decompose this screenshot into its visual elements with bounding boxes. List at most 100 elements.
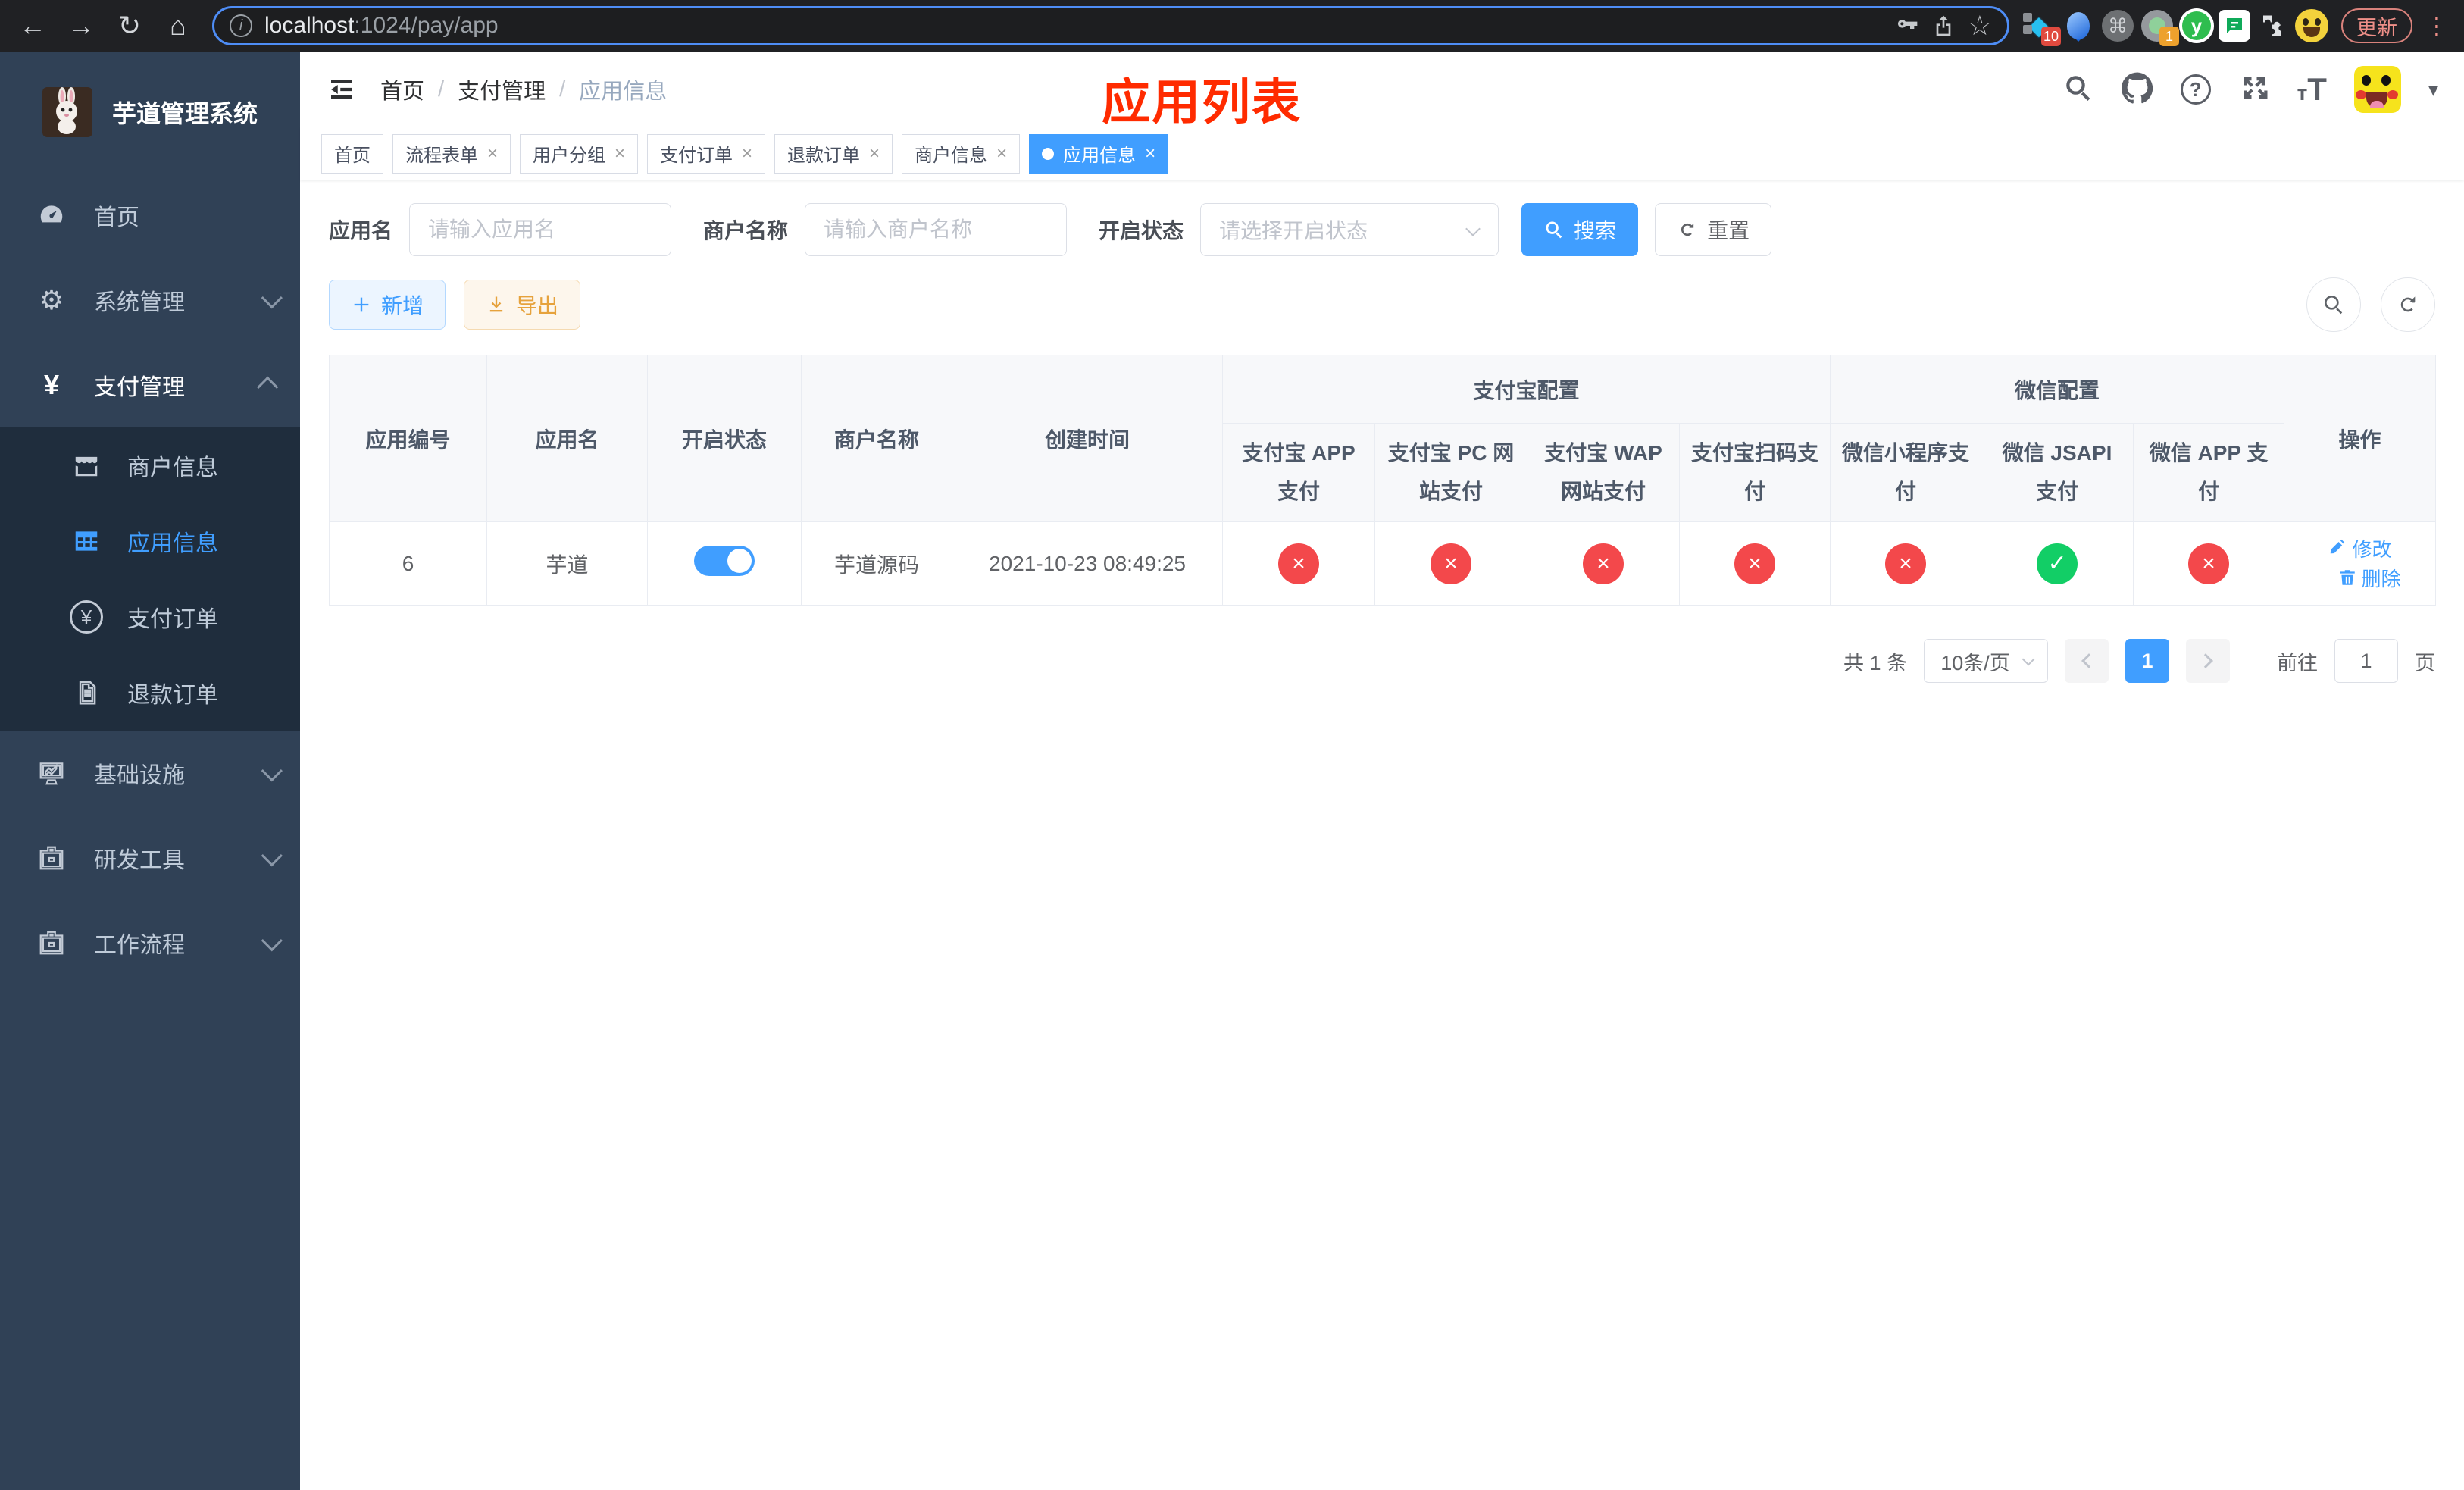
app-name-input[interactable] — [409, 203, 672, 256]
col-alipay-pc: 支付宝 PC 网站支付 — [1374, 423, 1527, 522]
tag-pay-order[interactable]: 支付订单 × — [647, 133, 766, 174]
wx-jsapi-status-icon: ✓ — [2037, 543, 2078, 584]
reset-button[interactable]: 重置 — [1655, 203, 1772, 256]
tag-app-info[interactable]: 应用信息 × — [1029, 133, 1169, 174]
sidebar-item-label: 支付订单 — [127, 607, 218, 632]
browser-menu-icon[interactable]: ⋮ — [2425, 11, 2449, 40]
prev-page-button[interactable] — [2065, 639, 2109, 683]
tag-merchant-info[interactable]: 商户信息 × — [902, 133, 1021, 174]
tab-close-icon[interactable]: × — [487, 144, 498, 163]
sidebar-item-app-info[interactable]: 应用信息 — [0, 503, 300, 579]
alipay-pc-status-icon: × — [1431, 543, 1471, 584]
browser-back-icon[interactable]: ← — [11, 5, 55, 46]
browser-toolbar: ← → ↻ ⌂ i localhost:1024/pay/app ☆ ◆ 10 … — [0, 0, 2464, 52]
tag-user-group[interactable]: 用户分组 × — [520, 133, 639, 174]
refresh-button[interactable] — [2381, 277, 2435, 332]
col-wx-app: 微信 APP 支付 — [2133, 423, 2285, 522]
status-select[interactable]: 请选择开启状态 — [1200, 203, 1499, 256]
extension-balloon-icon[interactable] — [2061, 8, 2096, 43]
extension-lanhu-icon[interactable]: ◆ 10 — [2022, 8, 2061, 46]
chevron-down-icon — [2022, 653, 2035, 666]
extension-command-icon[interactable]: ⌘ — [2100, 8, 2135, 43]
avatar-caret-icon[interactable]: ▾ — [2428, 78, 2438, 102]
sidebar-collapse-icon[interactable] — [326, 74, 358, 105]
search-icon[interactable] — [2062, 72, 2094, 108]
fullscreen-icon[interactable] — [2238, 72, 2270, 108]
tab-close-icon[interactable]: × — [996, 144, 1007, 163]
address-bar[interactable]: i localhost:1024/pay/app ☆ — [212, 6, 2009, 45]
toolbox-icon — [32, 844, 71, 872]
sidebar-item-pay-order[interactable]: ¥ 支付订单 — [0, 579, 300, 655]
sidebar-item-pay[interactable]: ¥ 支付管理 — [0, 343, 300, 427]
url-text: localhost:1024/pay/app — [264, 13, 499, 38]
col-wx-mini: 微信小程序支付 — [1830, 423, 1982, 522]
breadcrumb-home[interactable]: 首页 — [380, 74, 424, 105]
sidebar-item-label: 首页 — [94, 205, 139, 230]
filter-form: 应用名 商户名称 开启状态 请选择开启状态 搜索 重置 — [329, 203, 2435, 256]
extension-y-icon[interactable]: y — [2179, 8, 2214, 43]
merchant-name-input[interactable] — [805, 203, 1068, 256]
goto-unit: 页 — [2415, 651, 2435, 675]
extension-emoji-icon[interactable] — [2294, 8, 2329, 43]
font-size-icon[interactable]: тT — [2297, 71, 2327, 108]
trash-icon — [2339, 570, 2355, 585]
extensions-puzzle-icon[interactable] — [2255, 8, 2290, 43]
tab-close-icon[interactable]: × — [614, 144, 625, 163]
next-page-button[interactable] — [2186, 639, 2230, 683]
sidebar-item-system[interactable]: ⚙ 系统管理 — [0, 258, 300, 343]
help-icon[interactable]: ? — [2180, 74, 2211, 105]
extension-recorder-icon[interactable]: 1 — [2140, 8, 2179, 46]
page-size-select[interactable]: 10条/页 — [1924, 639, 2048, 683]
search-button[interactable]: 搜索 — [1521, 203, 1639, 256]
tab-close-icon[interactable]: × — [1145, 144, 1155, 163]
goto-label: 前往 — [2277, 651, 2318, 675]
page-content: 应用名 商户名称 开启状态 请选择开启状态 搜索 重置 — [300, 180, 2464, 706]
sidebar-item-merchant-info[interactable]: 商户信息 — [0, 427, 300, 503]
tab-close-icon[interactable]: × — [742, 144, 752, 163]
tag-process-form[interactable]: 流程表单 × — [392, 133, 511, 174]
chevron-down-icon — [1465, 221, 1481, 236]
total-count: 共 1 条 — [1843, 651, 1907, 675]
toggle-search-button[interactable] — [2306, 277, 2361, 332]
extension-badge: 10 — [2040, 27, 2061, 46]
browser-reload-icon[interactable]: ↻ — [108, 5, 152, 46]
browser-home-icon[interactable]: ⌂ — [156, 5, 200, 46]
sidebar-item-infra[interactable]: 基础设施 — [0, 731, 300, 815]
goto-page-input[interactable] — [2334, 639, 2398, 683]
tags-view: 首页 流程表单 × 用户分组 × 支付订单 × 退款订单 × 商户信息 × 应用信息 × — [300, 127, 2464, 180]
chrome-update-button[interactable]: 更新 — [2341, 8, 2412, 43]
delete-link[interactable]: 删除 — [2337, 564, 2401, 592]
tab-close-icon[interactable]: × — [869, 144, 880, 163]
tag-home[interactable]: 首页 — [321, 133, 383, 174]
browser-forward-icon[interactable]: → — [59, 5, 103, 46]
chevron-down-icon — [261, 845, 283, 867]
user-avatar[interactable] — [2353, 66, 2401, 113]
sidebar-logo[interactable]: 芋道管理系统 — [0, 52, 300, 173]
site-info-icon[interactable]: i — [230, 14, 252, 37]
share-icon[interactable] — [1931, 14, 1956, 38]
breadcrumb-pay[interactable]: 支付管理 — [458, 74, 546, 105]
password-key-icon[interactable] — [1895, 14, 1919, 38]
page-number-button[interactable]: 1 — [2125, 639, 2169, 683]
sidebar-item-dev-tools[interactable]: 研发工具 — [0, 815, 300, 900]
tag-refund-order[interactable]: 退款订单 × — [774, 133, 893, 174]
add-button[interactable]: 新增 — [329, 280, 446, 330]
extension-chat-icon[interactable] — [2219, 10, 2250, 42]
export-button[interactable]: 导出 — [464, 280, 581, 330]
alipay-app-status-icon: × — [1278, 543, 1319, 584]
table-row: 6 芋道 芋道源码 2021-10-23 08:49:25 × × × × × … — [329, 521, 2437, 606]
cell-created: 2021-10-23 08:49:25 — [952, 521, 1223, 606]
bookmark-star-icon[interactable]: ☆ — [1968, 10, 1992, 42]
pencil-icon — [2330, 539, 2344, 553]
sidebar-item-refund-order[interactable]: 退款订单 — [0, 655, 300, 731]
sidebar-item-label: 支付管理 — [94, 375, 185, 400]
sidebar-item-home[interactable]: 首页 — [0, 173, 300, 258]
edit-link[interactable]: 修改 — [2328, 534, 2392, 562]
active-dot — [1042, 147, 1055, 160]
status-toggle[interactable] — [694, 546, 755, 576]
github-icon[interactable] — [2121, 72, 2153, 108]
sidebar-item-workflow[interactable]: 工作流程 — [0, 900, 300, 985]
alipay-qr-status-icon: × — [1734, 543, 1775, 584]
cell-app-name: 芋道 — [486, 521, 648, 606]
chevron-up-icon — [257, 376, 279, 398]
